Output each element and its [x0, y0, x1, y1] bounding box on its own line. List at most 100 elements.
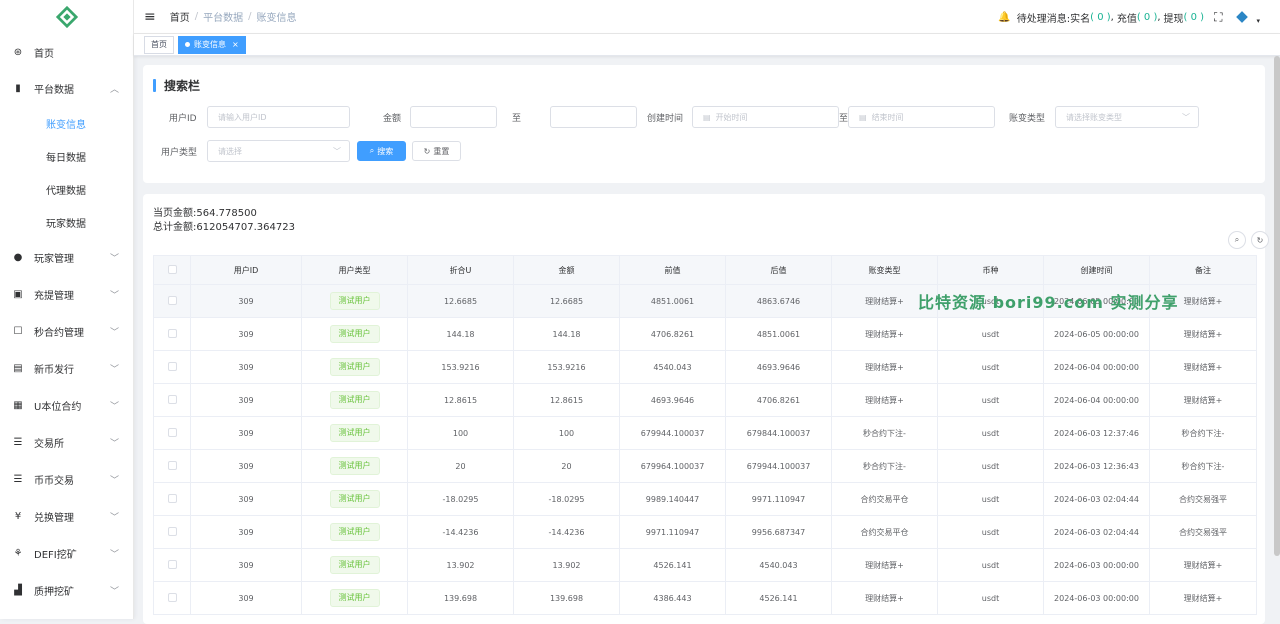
bar-chart-icon: ▟ [14, 585, 22, 596]
sidebar-subitem-player-data[interactable]: 玩家数据 [0, 206, 133, 239]
chevron-down-icon: ﹀ [109, 291, 119, 301]
withdraw-count[interactable]: ( 0 ) [1184, 12, 1205, 23]
hamburger-icon[interactable]: ≡ [144, 9, 156, 25]
row-select-cell[interactable] [153, 317, 191, 351]
wallet-icon: ▣ [13, 289, 23, 300]
realname-label[interactable]: 实名 [1070, 10, 1090, 25]
user-type-select[interactable]: 请选择 ﹀ [207, 140, 350, 162]
sidebar-item-home[interactable]: ⊛ 首页 [0, 34, 133, 70]
sidebar-item-swap-mgmt[interactable]: ¥ 兑换管理 ﹀ [0, 498, 133, 535]
row-select-cell[interactable] [153, 515, 191, 549]
recharge-label[interactable]: 充值 [1117, 10, 1137, 25]
table-cell: 测试用户 [301, 548, 408, 582]
close-icon[interactable]: × [232, 40, 239, 49]
checkbox[interactable] [167, 460, 177, 470]
checkbox[interactable] [167, 264, 177, 274]
table-cell: 测试用户 [301, 482, 408, 516]
table-cell: 测试用户 [301, 515, 408, 549]
table-cell: 理财结算+ [831, 383, 938, 417]
fullscreen-icon[interactable]: ⛶ [1214, 10, 1222, 25]
checkbox[interactable] [167, 295, 177, 305]
table-cell: 2024-06-03 00:00:00 [1043, 581, 1150, 615]
checkbox[interactable] [167, 526, 177, 536]
sidebar-item-player-mgmt[interactable]: ● 玩家管理 ﹀ [0, 239, 133, 276]
sidebar-item-new-coin[interactable]: ▤ 新币发行 ﹀ [0, 350, 133, 387]
checkbox[interactable] [167, 493, 177, 503]
sidebar-item-label: 平台数据 [34, 85, 74, 96]
amount-min-input[interactable] [410, 106, 497, 128]
checkbox[interactable] [167, 394, 177, 404]
sidebar-subitem-agent-data[interactable]: 代理数据 [0, 173, 133, 206]
row-select-cell[interactable] [153, 416, 191, 450]
sidebar-item-exchange[interactable]: ☰ 交易所 ﹀ [0, 424, 133, 461]
table-row[interactable]: 309 测试用户 -14.4236 -14.4236 9971.110947 9956.6… [153, 515, 1257, 549]
table-cell: 4863.6746 [725, 284, 832, 318]
breadcrumb-platform-data: 平台数据 [203, 13, 244, 24]
sidebar-item-u-contract[interactable]: ▦ U本位合约 ﹀ [0, 387, 133, 424]
sidebar-item-platform-data[interactable]: ▮ 平台数据 ︿ [0, 70, 133, 107]
sidebar-item-defi[interactable]: ⚘ DEFI挖矿 ﹀ [0, 535, 133, 572]
table-cell: 309 [190, 449, 302, 483]
checkbox[interactable] [167, 427, 177, 437]
chevron-down-icon: ﹀ [1182, 112, 1190, 122]
avatar-logo-icon [1236, 11, 1249, 23]
sidebar-item-staking[interactable]: ▟ 质押挖矿 ﹀ [0, 572, 133, 609]
end-time-input[interactable]: ▤ 结束时间 [848, 106, 995, 128]
sidebar-item-second-contract[interactable]: ☐ 秒合约管理 ﹀ [0, 313, 133, 350]
table-cell: 测试用户 [301, 383, 408, 417]
table-row[interactable]: 309 测试用户 -18.0295 -18.0295 9989.140447 9971.1… [153, 482, 1257, 516]
search-button[interactable]: ⌕ 搜索 [357, 141, 406, 161]
checkbox[interactable] [167, 328, 177, 338]
checkbox[interactable] [167, 592, 177, 602]
chart-icon: ▮ [15, 83, 21, 94]
avatar[interactable] [1232, 7, 1253, 27]
sidebar-subitem-daily-data[interactable]: 每日数据 [0, 140, 133, 173]
checkbox[interactable] [167, 559, 177, 569]
start-time-input[interactable]: ▤ 开始时间 [692, 106, 839, 128]
bell-icon[interactable]: 🔔 [998, 12, 1010, 23]
search-toggle-button[interactable]: ⌕ [1228, 231, 1246, 249]
table-row[interactable]: 309 测试用户 100 100 679944.100037 679844.100037 秒… [153, 416, 1257, 450]
sidebar-item-label: 新币发行 [34, 365, 74, 376]
change-type-select[interactable]: 请选择账变类型 ﹀ [1055, 106, 1199, 128]
user-id-input[interactable]: 请输入用户ID [207, 106, 350, 128]
sidebar-subitem-account-change[interactable]: 账变信息 [0, 107, 133, 140]
tag-current[interactable]: 账变信息 × [178, 35, 246, 54]
caret-down-icon[interactable]: ▾ [1256, 17, 1260, 25]
table-row[interactable]: 309 测试用户 144.18 144.18 4706.8261 4851.0061 理财结… [153, 317, 1257, 351]
amount-max-input[interactable] [550, 106, 637, 128]
row-select-cell[interactable] [153, 350, 191, 384]
row-select-cell[interactable] [153, 284, 191, 318]
sidebar-item-deposit-withdraw[interactable]: ▣ 充提管理 ﹀ [0, 276, 133, 313]
withdraw-label[interactable]: 提现 [1164, 10, 1184, 25]
table-row[interactable]: 309 测试用户 20 20 679964.100037 679944.100037 秒合约… [153, 449, 1257, 483]
refresh-button[interactable]: ↻ [1251, 231, 1269, 249]
checkbox[interactable] [167, 361, 177, 371]
row-select-cell[interactable] [153, 581, 191, 615]
table-cell: 2024-06-03 12:37:46 [1043, 416, 1150, 450]
column-header: 前值 [619, 255, 726, 285]
realname-count[interactable]: ( 0 ) [1090, 12, 1111, 23]
user-type-tag: 测试用户 [329, 391, 380, 409]
row-select-cell[interactable] [153, 548, 191, 582]
logo[interactable] [0, 0, 133, 34]
select-all-cell[interactable] [153, 255, 191, 285]
tag-home[interactable]: 首页 [144, 35, 174, 54]
table-cell: 9956.687347 [725, 515, 832, 549]
table-cell: -14.4236 [513, 515, 620, 549]
recharge-count[interactable]: ( 0 ) [1137, 12, 1158, 23]
page-scrollbar[interactable] [1274, 56, 1280, 556]
table-cell: 309 [190, 416, 302, 450]
table-row[interactable]: 309 测试用户 153.9216 153.9216 4540.043 4693.9646… [153, 350, 1257, 384]
row-select-cell[interactable] [153, 383, 191, 417]
sidebar-item-coin-trade[interactable]: ☰ 币币交易 ﹀ [0, 461, 133, 498]
table-row[interactable]: 309 测试用户 13.902 13.902 4526.141 4540.043 理财结算+… [153, 548, 1257, 582]
reset-button[interactable]: ↻ 重置 [412, 141, 461, 161]
table-cell: 理财结算+ [831, 548, 938, 582]
breadcrumb-home[interactable]: 首页 [170, 9, 190, 24]
row-select-cell[interactable] [153, 449, 191, 483]
row-select-cell[interactable] [153, 482, 191, 516]
table-row[interactable]: 309 测试用户 12.8615 12.8615 4693.9646 4706.8261 理… [153, 383, 1257, 417]
table-row[interactable]: 309 测试用户 139.698 139.698 4386.443 4526.141 理财结… [153, 581, 1257, 615]
user-type-placeholder: 请选择 [218, 146, 242, 156]
